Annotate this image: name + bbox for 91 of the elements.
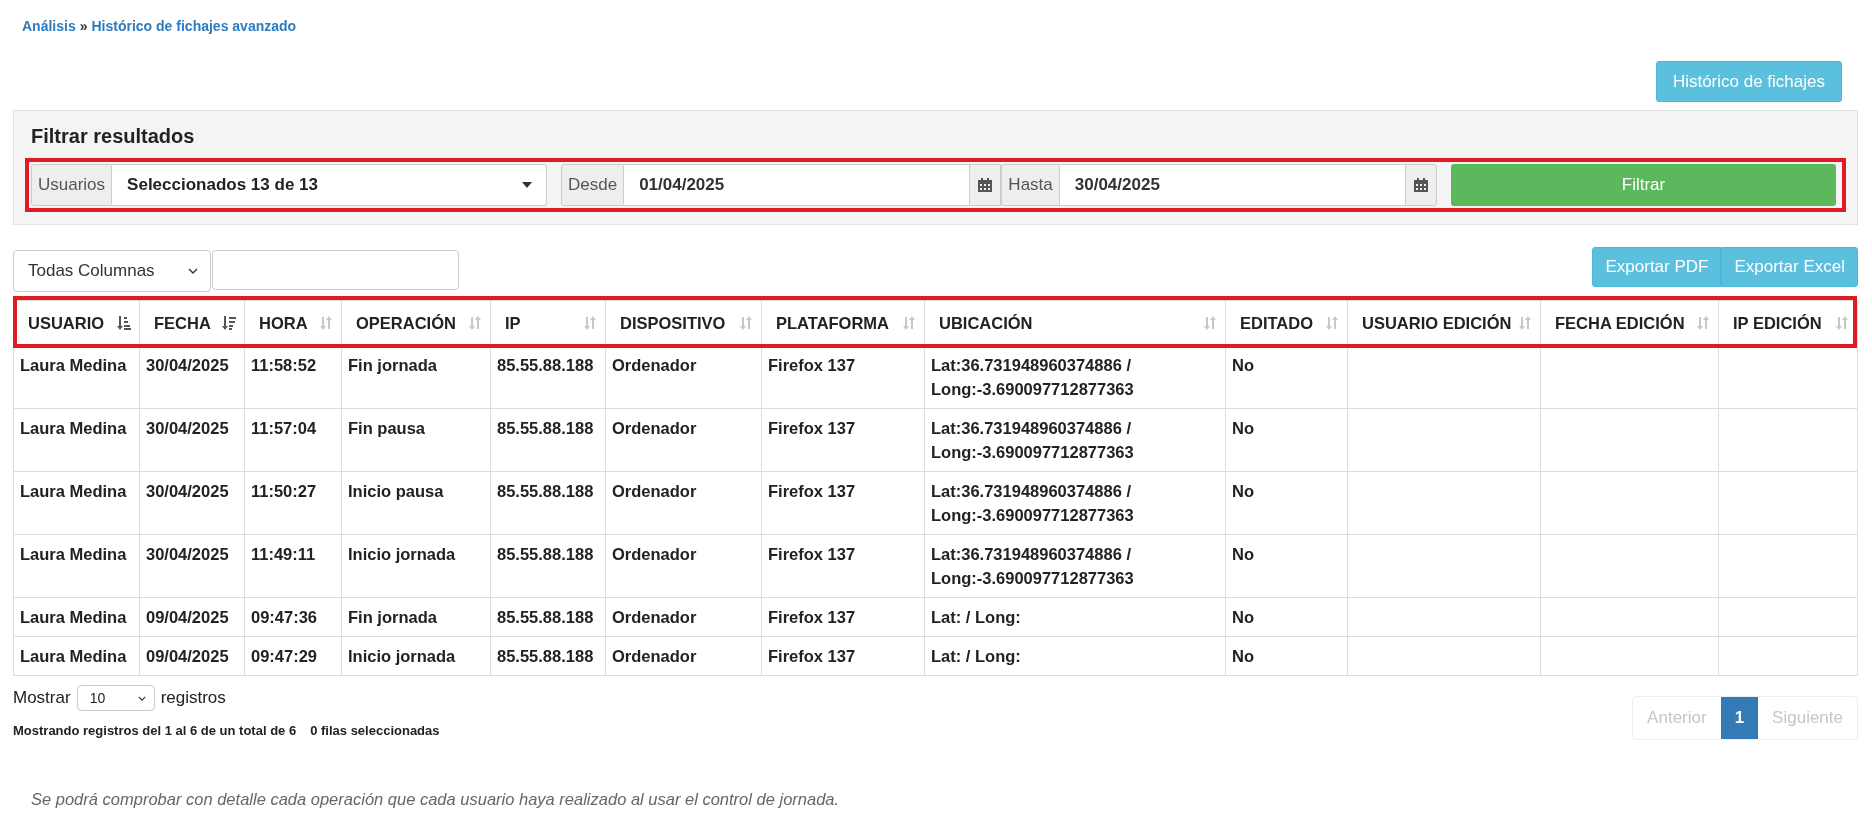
- column-header[interactable]: UBICACIÓN: [924, 300, 1226, 346]
- breadcrumb-separator: »: [79, 18, 88, 34]
- table-cell: Ordenador: [605, 345, 762, 409]
- users-dropdown[interactable]: Seleccionados 13 de 13: [112, 164, 547, 206]
- table-cell: Lat:36.731948960374886 / Long:-3.690097712877363: [924, 345, 1226, 409]
- search-field[interactable]: [212, 250, 459, 290]
- table-cell: Lat: / Long:: [924, 597, 1226, 637]
- table-cell: 11:58:52: [244, 345, 342, 409]
- page-button[interactable]: 1: [1720, 697, 1759, 739]
- table-cell: Lat:36.731948960374886 / Long:-3.690097712877363: [924, 534, 1226, 598]
- caret-icon: [522, 182, 532, 188]
- table-cell: 11:57:04: [244, 408, 342, 472]
- column-header[interactable]: IP EDICIÓN: [1718, 300, 1858, 346]
- table-cell: 11:50:27: [244, 471, 342, 535]
- table-cell: Lat: / Long:: [924, 636, 1226, 676]
- table-cell: No: [1225, 636, 1348, 676]
- column-header[interactable]: IP: [490, 300, 606, 346]
- table-cell: 85.55.88.188: [490, 597, 606, 637]
- table-cell: Laura Medina: [13, 636, 140, 676]
- chevron-icon: [188, 268, 198, 274]
- table-cell: Firefox 137: [761, 471, 925, 535]
- table-cell: 85.55.88.188: [490, 534, 606, 598]
- page-length-dropdown[interactable]: 10: [76, 685, 155, 711]
- table-cell: Firefox 137: [761, 534, 925, 598]
- table-cell: Ordenador: [605, 597, 762, 637]
- table-cell: 30/04/2025: [139, 345, 245, 409]
- column-header[interactable]: USUARIO EDICIÓN: [1347, 300, 1541, 346]
- table-cell: Laura Medina: [13, 345, 140, 409]
- table-cell: Firefox 137: [761, 597, 925, 637]
- calendar-button[interactable]: [1405, 164, 1437, 206]
- column-header[interactable]: DISPOSITIVO: [605, 300, 762, 346]
- table-cell: Inicio pausa: [341, 471, 491, 535]
- table-cell: Laura Medina: [13, 597, 140, 637]
- table-cell: Firefox 137: [761, 345, 925, 409]
- column-header[interactable]: PLATAFORMA: [761, 300, 925, 346]
- breadcrumb-link[interactable]: Histórico de fichajes avanzado: [91, 18, 297, 34]
- date-field[interactable]: 30/04/2025: [1059, 164, 1405, 206]
- table-cell: Lat:36.731948960374886 / Long:-3.690097712877363: [924, 471, 1226, 535]
- table-cell: Lat:36.731948960374886 / Long:-3.690097712877363: [924, 408, 1226, 472]
- calendar-icon: [978, 178, 993, 192]
- table-cell: Fin pausa: [341, 408, 491, 472]
- table-cell: Laura Medina: [13, 471, 140, 535]
- table-cell: Laura Medina: [13, 408, 140, 472]
- table-cell: 09:47:29: [244, 636, 342, 676]
- column-header[interactable]: FECHA EDICIÓN: [1540, 300, 1719, 346]
- table-cell: Fin jornada: [341, 345, 491, 409]
- table-cell: Ordenador: [605, 534, 762, 598]
- column-header[interactable]: HORA: [244, 300, 342, 346]
- field-label: Hasta: [1001, 164, 1060, 206]
- table-cell: No: [1225, 345, 1348, 409]
- table-cell: 85.55.88.188: [490, 408, 606, 472]
- table-cell: 09/04/2025: [139, 636, 245, 676]
- table-cell: 30/04/2025: [139, 408, 245, 472]
- table-cell: Firefox 137: [761, 408, 925, 472]
- length-label: Mostrar: [13, 688, 71, 708]
- panel-title: Filtrar resultados: [30, 125, 196, 148]
- records-info: Mostrando registros del 1 al 6 de un total de 6: [13, 723, 297, 738]
- table-cell: Ordenador: [605, 408, 762, 472]
- table-cell: Inicio jornada: [341, 534, 491, 598]
- breadcrumb-link[interactable]: Análisis: [22, 18, 76, 34]
- selection-info: 0 filas seleccionadas: [310, 723, 440, 738]
- table-cell: No: [1225, 534, 1348, 598]
- table-cell: 85.55.88.188: [490, 471, 606, 535]
- calendar-icon: [1414, 178, 1428, 192]
- table-cell: Fin jornada: [341, 597, 491, 637]
- chevron-icon: [137, 695, 146, 701]
- table-cell: Ordenador: [605, 636, 762, 676]
- table-cell: 85.55.88.188: [490, 345, 606, 409]
- date-field[interactable]: 01/04/2025: [624, 164, 970, 206]
- table-cell: No: [1225, 408, 1348, 472]
- table-cell: 09/04/2025: [139, 597, 245, 637]
- field-label: Desde: [561, 164, 625, 206]
- table-cell: 85.55.88.188: [490, 636, 606, 676]
- table-cell: No: [1225, 597, 1348, 637]
- column-header[interactable]: EDITADO: [1225, 300, 1348, 346]
- length-label: registros: [160, 688, 226, 708]
- table-cell: Inicio jornada: [341, 636, 491, 676]
- column-dropdown[interactable]: Todas Columnas: [13, 250, 211, 292]
- table-cell: 09:47:36: [244, 597, 342, 637]
- footer-note: Se podrá comprobar con detalle cada operación que cada usuario haya realizado al usar el control de jornada.: [31, 790, 841, 809]
- table-cell: 11:49:11: [244, 534, 342, 598]
- table-cell: Ordenador: [605, 471, 762, 535]
- table-cell: Firefox 137: [761, 636, 925, 676]
- column-header[interactable]: FECHA: [139, 300, 245, 346]
- table-cell: No: [1225, 471, 1348, 535]
- field-label: Usuarios: [31, 164, 113, 206]
- table-cell: 30/04/2025: [139, 534, 245, 598]
- column-header[interactable]: OPERACIÓN: [341, 300, 491, 346]
- table-cell: 30/04/2025: [139, 471, 245, 535]
- table-cell: Laura Medina: [13, 534, 140, 598]
- calendar-button[interactable]: [969, 164, 1002, 206]
